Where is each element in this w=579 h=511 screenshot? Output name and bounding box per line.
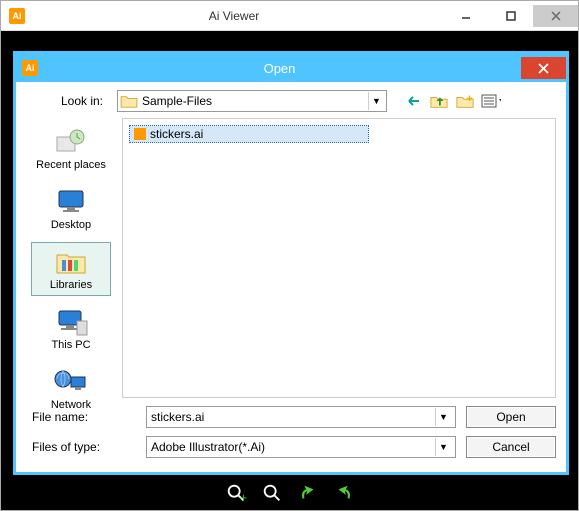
bottom-fields: File name: stickers.ai ▼ Files of type: … xyxy=(16,398,566,468)
filetype-dropdown[interactable]: Adobe Illustrator(*.Ai) ▼ xyxy=(146,436,456,458)
nav-icons xyxy=(403,91,501,111)
libraries-icon xyxy=(53,247,89,277)
main-title: Ai Viewer xyxy=(25,9,443,23)
lookin-label: Look in: xyxy=(26,94,111,108)
cancel-button[interactable]: Cancel xyxy=(466,436,556,458)
up-folder-icon[interactable] xyxy=(429,91,449,111)
minimize-button[interactable] xyxy=(443,5,488,27)
dialog-buttons: Open Cancel xyxy=(466,406,556,458)
thispc-icon xyxy=(53,307,89,337)
chevron-down-icon[interactable]: ▼ xyxy=(368,92,384,110)
close-button[interactable] xyxy=(533,5,578,27)
filename-input[interactable]: stickers.ai ▼ xyxy=(146,406,456,428)
lookin-row: Look in: Sample-Files ▼ xyxy=(16,82,566,118)
place-label: Libraries xyxy=(50,279,92,291)
filename-row: File name: stickers.ai ▼ xyxy=(26,406,456,428)
place-label: Recent places xyxy=(36,159,106,171)
filetype-row: Files of type: Adobe Illustrator(*.Ai) ▼ xyxy=(26,436,456,458)
maximize-button[interactable] xyxy=(488,5,533,27)
filetype-label: Files of type: xyxy=(26,440,146,454)
chevron-down-icon[interactable]: ▼ xyxy=(435,408,451,426)
open-button[interactable]: Open xyxy=(466,406,556,428)
place-desktop[interactable]: Desktop xyxy=(31,182,111,236)
zoom-in-icon[interactable]: + xyxy=(225,482,247,504)
zoom-out-icon[interactable] xyxy=(261,482,283,504)
filename-value: stickers.ai xyxy=(151,410,435,424)
desktop-icon xyxy=(53,187,89,217)
dialog-body: Recent places Desktop Libraries This PC … xyxy=(16,118,566,398)
dialog-close-button[interactable] xyxy=(521,57,566,79)
lookin-value: Sample-Files xyxy=(142,94,368,108)
fields-left: File name: stickers.ai ▼ Files of type: … xyxy=(26,406,456,458)
filetype-value: Adobe Illustrator(*.Ai) xyxy=(151,440,435,454)
network-icon xyxy=(53,367,89,397)
file-list-pane[interactable]: stickers.ai xyxy=(122,118,556,398)
chevron-down-icon[interactable]: ▼ xyxy=(435,438,451,456)
folder-icon xyxy=(120,94,138,108)
rotate-right-icon[interactable] xyxy=(333,482,355,504)
dialog-title: Open xyxy=(38,61,521,76)
place-label: This PC xyxy=(51,339,90,351)
place-libraries[interactable]: Libraries xyxy=(31,242,111,296)
file-name: stickers.ai xyxy=(150,127,203,141)
back-icon[interactable] xyxy=(403,91,423,111)
rotate-left-icon[interactable] xyxy=(297,482,319,504)
toolbar-bottom: + xyxy=(225,482,355,504)
place-thispc[interactable]: This PC xyxy=(31,302,111,356)
open-dialog: Ai Open Look in: Sample-Files ▼ xyxy=(13,51,569,475)
recent-places-icon xyxy=(53,127,89,157)
ai-file-icon xyxy=(134,128,146,140)
new-folder-icon[interactable] xyxy=(455,91,475,111)
place-label: Desktop xyxy=(51,219,91,231)
lookin-dropdown[interactable]: Sample-Files ▼ xyxy=(117,90,387,112)
app-logo: Ai xyxy=(9,8,25,24)
main-titlebar: Ai Ai Viewer xyxy=(1,1,578,31)
svg-text:+: + xyxy=(239,490,246,504)
window-buttons xyxy=(443,5,578,27)
filename-label: File name: xyxy=(26,410,146,424)
file-item[interactable]: stickers.ai xyxy=(129,125,369,143)
dialog-logo: Ai xyxy=(22,60,38,76)
dialog-titlebar: Ai Open xyxy=(16,54,566,82)
main-window: Ai Ai Viewer + xyxy=(0,0,579,511)
place-recent[interactable]: Recent places xyxy=(31,122,111,176)
places-sidebar: Recent places Desktop Libraries This PC … xyxy=(26,118,116,398)
view-menu-icon[interactable] xyxy=(481,91,501,111)
